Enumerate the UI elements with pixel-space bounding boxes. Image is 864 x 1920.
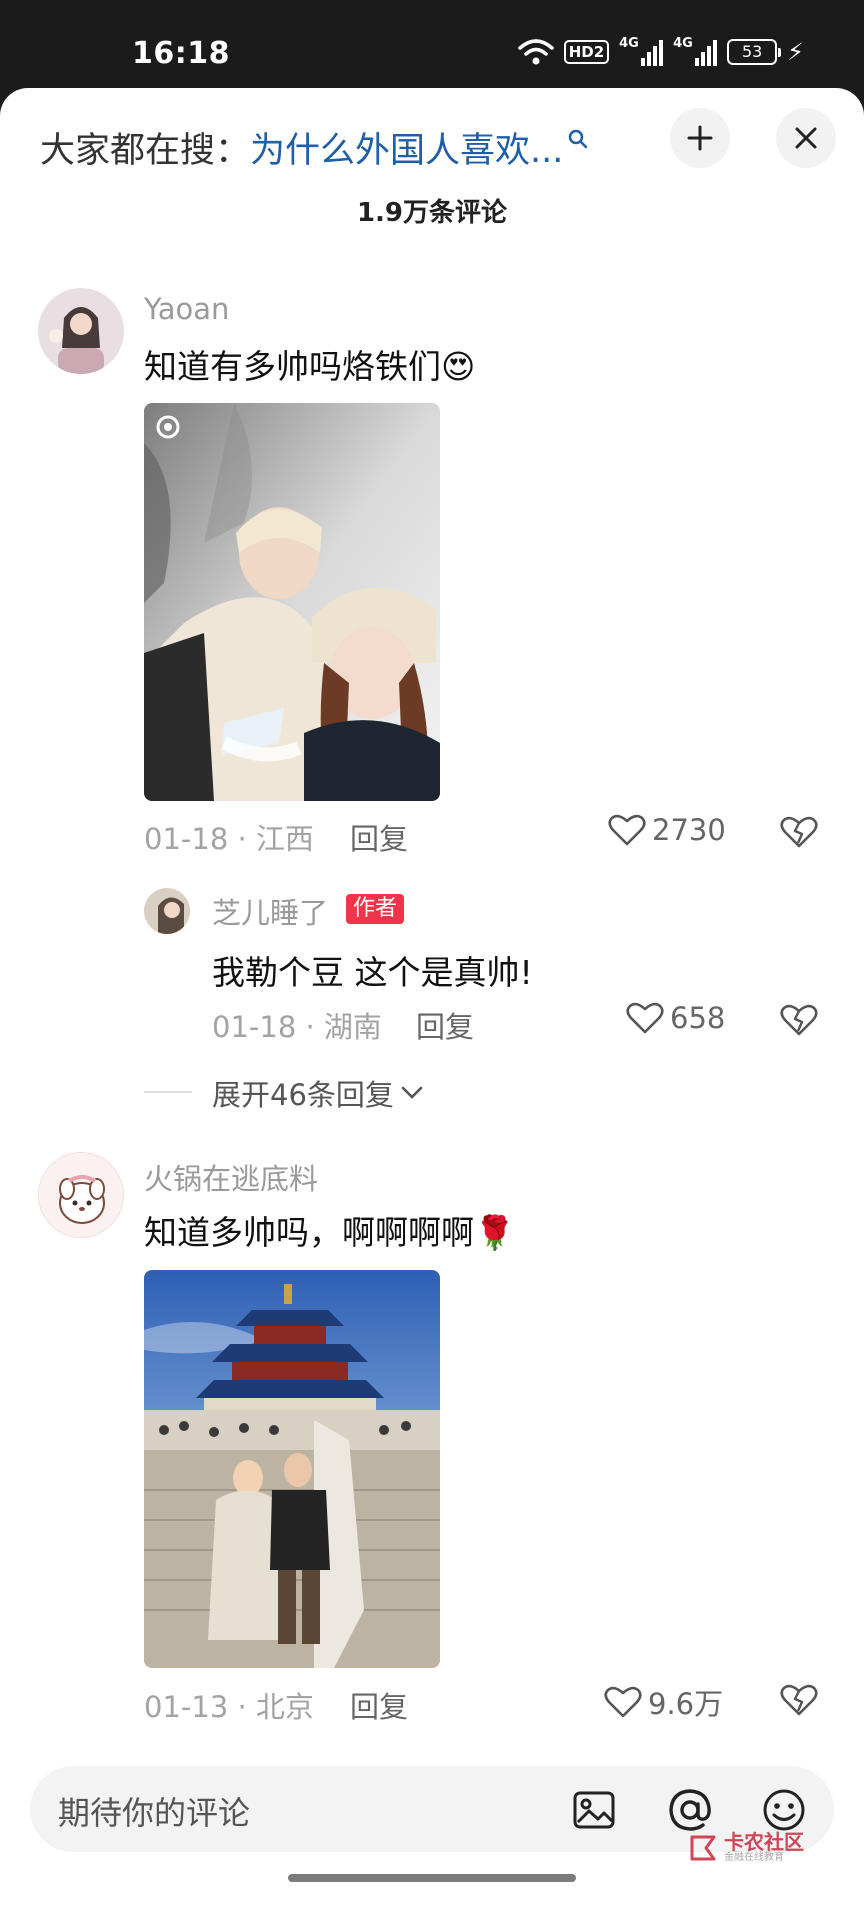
user-avatar-image xyxy=(38,288,124,374)
author-badge: 作者 xyxy=(346,894,405,924)
dislike-icon[interactable] xyxy=(780,1683,818,1717)
charging-icon: ⚡ xyxy=(787,38,804,66)
comment-username[interactable]: Yaoan xyxy=(144,292,229,326)
watermark-subtext: 金融在线教育 xyxy=(724,1852,784,1863)
reply-username[interactable]: 芝儿睡了 xyxy=(212,890,328,932)
search-prefix: 大家都在搜： xyxy=(40,131,251,171)
close-icon xyxy=(795,127,817,149)
search-suggestion[interactable]: 大家都在搜： 为什么外国人喜欢... xyxy=(40,122,589,173)
status-time: 16:18 xyxy=(132,36,230,71)
emoji-heart-eyes: 😍 xyxy=(441,347,476,386)
like-count: 2730 xyxy=(652,813,726,847)
reply-button[interactable]: 回复 xyxy=(350,816,408,858)
minimize-button[interactable] xyxy=(670,108,730,168)
comment-photo[interactable] xyxy=(144,1270,440,1668)
heart-icon xyxy=(608,814,646,846)
comment-photo[interactable] xyxy=(144,403,440,801)
close-button[interactable] xyxy=(776,108,836,168)
comment-meta: 01-13 · 北京 xyxy=(144,1690,314,1724)
hd-voice-icon: HD2 xyxy=(563,40,610,64)
status-bar: 16:18 HD2 4G 4G 53 ⚡ xyxy=(0,0,864,88)
signal-icon-1: 4G xyxy=(619,36,664,66)
comment-body: 知道有多帅吗烙铁们 xyxy=(144,347,441,386)
comment-sheet: 大家都在搜： 为什么外国人喜欢... 1.9万条评论 Yaoan 知道有多帅吗烙… xyxy=(0,88,864,1920)
heart-icon xyxy=(604,1686,642,1718)
expand-replies-label: 展开46条回复 xyxy=(212,1078,394,1112)
expand-replies-button[interactable]: 展开46条回复 xyxy=(212,1072,424,1114)
emoji-icon[interactable] xyxy=(760,1786,808,1834)
reply-button[interactable]: 回复 xyxy=(350,1684,408,1726)
comment-meta: 01-18 · 江西 xyxy=(144,822,314,856)
photo-image xyxy=(144,1270,440,1668)
watermark-logo-icon xyxy=(690,1835,716,1861)
like-button[interactable]: 9.6万 xyxy=(604,1681,723,1723)
watermark-text: 卡农社区 xyxy=(724,1830,804,1854)
heart-icon xyxy=(626,1002,664,1034)
photo-image xyxy=(144,403,440,801)
expand-divider xyxy=(144,1091,192,1093)
reply-meta: 01-18 · 湖南 xyxy=(212,1010,382,1044)
dislike-icon[interactable] xyxy=(780,1003,818,1037)
avatar[interactable] xyxy=(38,1152,124,1238)
comment-body: 知道多帅吗，啊啊啊啊 xyxy=(144,1213,474,1252)
reply-button[interactable]: 回复 xyxy=(416,1004,474,1046)
like-count: 658 xyxy=(670,1001,726,1035)
wifi-icon xyxy=(517,39,554,65)
search-query-link[interactable]: 为什么外国人喜欢... xyxy=(250,122,563,173)
collapse-icon xyxy=(687,125,713,151)
like-button[interactable]: 658 xyxy=(626,1001,725,1035)
comment-input-placeholder[interactable]: 期待你的评论 xyxy=(58,1788,250,1834)
network-type-label: 4G xyxy=(673,36,693,51)
comment-username[interactable]: 火锅在逃底料 xyxy=(144,1156,318,1198)
status-icons: HD2 4G 4G 53 ⚡ xyxy=(517,36,804,66)
home-indicator[interactable] xyxy=(288,1874,576,1882)
reply-text: 我勒个豆 这个是真帅! xyxy=(212,953,533,992)
chevron-down-icon xyxy=(401,1086,423,1099)
image-icon[interactable] xyxy=(570,1786,618,1834)
network-type-label: 4G xyxy=(619,36,639,51)
mention-icon[interactable] xyxy=(666,1786,714,1834)
user-avatar-image xyxy=(39,1153,123,1237)
watermark: 卡农社区 金融在线教育 xyxy=(688,1832,804,1864)
dislike-icon[interactable] xyxy=(780,815,818,849)
user-avatar-image xyxy=(144,888,190,934)
avatar[interactable] xyxy=(144,888,190,934)
comment-text: 知道多帅吗，啊啊啊啊🌹 xyxy=(144,1206,515,1254)
comment-count: 1.9万条评论 xyxy=(356,198,508,228)
like-button[interactable]: 2730 xyxy=(608,813,726,847)
battery-icon: 53 xyxy=(727,39,782,65)
search-icon xyxy=(569,129,588,148)
comment-text: 知道有多帅吗烙铁们😍 xyxy=(144,340,475,388)
like-count: 9.6万 xyxy=(648,1687,724,1721)
signal-icon-2: 4G xyxy=(673,36,718,66)
emoji-rose: 🌹 xyxy=(474,1213,516,1252)
avatar[interactable] xyxy=(38,288,124,374)
